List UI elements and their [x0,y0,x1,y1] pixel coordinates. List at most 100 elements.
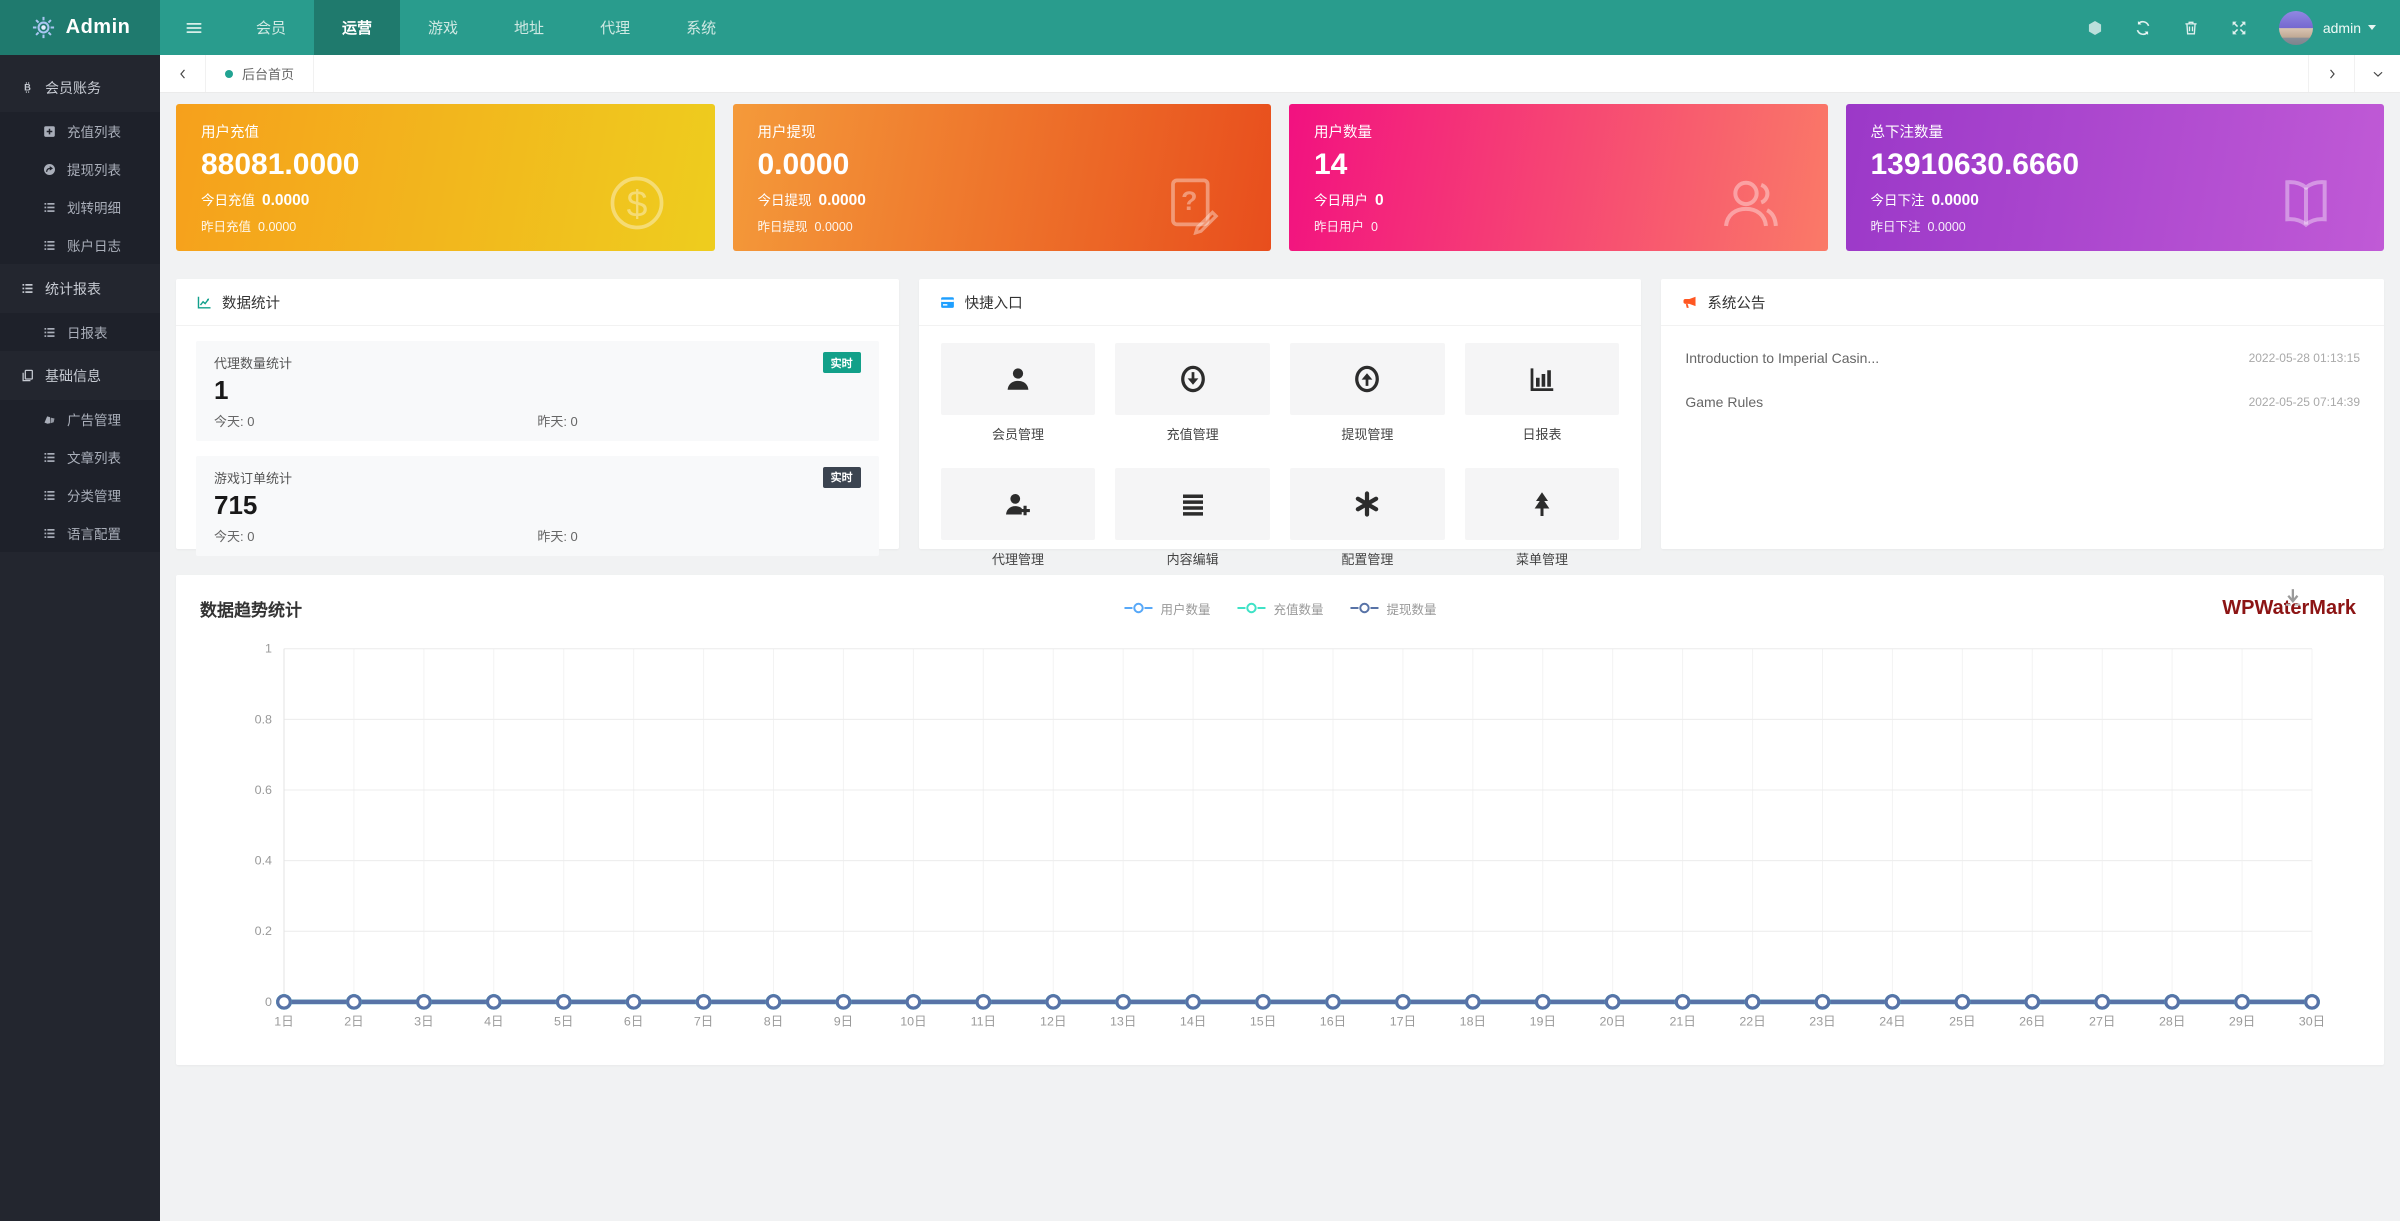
tabs-scroll-left-button[interactable] [160,55,206,92]
sidebar-item-label: 文章列表 [67,451,121,466]
chevron-right-icon [2325,67,2339,81]
quick-entry-2[interactable]: 充值管理 [1115,343,1270,443]
stat-box-title: 代理数量统计 [214,356,293,371]
announcement-item-2[interactable]: Game Rules 2022-05-25 07:14:39 [1685,380,2360,424]
stat-card-yesterday-label: 昨日提现 [757,219,808,234]
sidebar-item-6[interactable]: 统计报表 [0,264,160,313]
menu-item-1[interactable]: 会员 [228,0,314,55]
svg-text:12日: 12日 [1040,1015,1066,1029]
sidebar-item-12[interactable]: 语言配置 [0,514,160,552]
sidebar-item-11[interactable]: 分类管理 [0,476,160,514]
sidebar-item-label: 基础信息 [45,367,101,384]
svg-text:5日: 5日 [554,1015,573,1029]
stat-card-yesterday-value: 0.0000 [258,219,297,234]
svg-text:13日: 13日 [1110,1015,1136,1029]
sidebar-item-10[interactable]: 文章列表 [0,438,160,476]
trash-button[interactable] [2167,0,2215,55]
hamburger-icon [184,18,204,38]
avatar[interactable] [2278,10,2313,45]
quick-entry-grid: 会员管理 充值管理 提现管理 日报表代理管理 内容编辑 配置管理 菜单管理 [919,326,1642,585]
sidebar-item-2[interactable]: 充值列表 [0,112,160,150]
quick-entry-8[interactable]: 菜单管理 [1464,468,1620,568]
username[interactable]: admin [2323,20,2361,36]
menu-item-4[interactable]: 地址 [486,0,572,55]
circle-up-icon [1352,364,1382,394]
stat-box-sub: 今天: 0 昨天: 0 [214,526,861,545]
admin-dashboard: Admin 会员 运营 游戏 地址 代理 系统 admin B 会员账务 充值列表 提现列表 划转… [0,0,2400,1221]
user-plus-icon [1003,489,1033,519]
legend-item-2[interactable]: 充值数量 [1236,599,1324,618]
quick-entry-panel: 快捷入口 会员管理 充值管理 提现管理 日报表代理管理 内容编辑 配置管理 菜单管理 [918,279,1642,567]
stat-card-today-label: 今日下注 [1870,192,1925,208]
sidebar-item-7[interactable]: 日报表 [0,313,160,351]
legend-item-1[interactable]: 用户数量 [1123,599,1210,618]
tabs-scroll-right-button[interactable] [2308,55,2354,92]
sidebar-item-label: 账户日志 [67,239,121,254]
menu-item-label: 系统 [686,20,717,37]
quick-entry-3[interactable]: 提现管理 [1290,343,1445,443]
sidebar-item-label: 分类管理 [67,489,121,504]
announcement-date: 2022-05-25 07:14:39 [2248,395,2361,409]
stat-card-label: 用户充值 [201,125,259,141]
stat-box-head: 代理数量统计 实时 [214,352,861,373]
svg-text:20日: 20日 [1600,1015,1626,1029]
sidebar-item-9[interactable]: 广告管理 [0,400,160,438]
list-icon [20,281,35,296]
svg-text:19日: 19日 [1530,1015,1556,1029]
sidebar-item-3[interactable]: 提现列表 [0,150,160,188]
caret-down-icon [2368,25,2376,30]
quick-entry-1[interactable]: 会员管理 [940,343,1096,443]
menu-item-3[interactable]: 游戏 [400,0,486,55]
tab-label: 后台首页 [242,67,295,82]
sidebar-item-1[interactable]: B 会员账务 [0,63,160,112]
quick-entry-label: 提现管理 [1341,427,1394,442]
menu-item-2[interactable]: 运营 [314,0,401,55]
stat-card-label: 用户提现 [757,125,816,141]
quick-panel-title: 快捷入口 [964,295,1023,312]
stat-card-yesterday-label: 昨日充值 [201,219,252,234]
list-icon [42,325,57,340]
legend-label: 充值数量 [1273,602,1324,617]
brand-logo[interactable]: Admin [0,0,160,55]
svg-text:24日: 24日 [1879,1015,1905,1029]
stat-box-today: 今天: 0 [214,528,255,544]
legend-item-3[interactable]: 提现数量 [1350,599,1437,618]
list-icon [42,200,57,215]
menu-item-6[interactable]: 系统 [658,0,744,55]
bar-chart-icon [1527,364,1557,394]
svg-text:29日: 29日 [2229,1015,2255,1029]
tabs-menu-button[interactable] [2354,55,2400,92]
sidebar-toggle-button[interactable] [160,0,228,55]
stat-card-today-label: 今日用户 [1314,192,1368,208]
main-menu: 会员 运营 游戏 地址 代理 系统 [228,0,744,55]
announcement-item-1[interactable]: Introduction to Imperial Casin... 2022-05… [1685,336,2360,380]
stat-box-value: 1 [214,375,229,405]
quick-entry-7[interactable]: 配置管理 [1290,468,1445,568]
menu-item-label: 代理 [600,20,631,37]
quick-entry-6[interactable]: 内容编辑 [1115,468,1270,568]
menu-item-5[interactable]: 代理 [572,0,658,55]
trend-line-chart: 0 0.2 0.4 0.6 0.8 1 1日 2日 3日 4日 5日 6日 7日 8日 9日 10日 11日 12… [200,635,2360,1053]
quick-entry-4[interactable]: 日报表 [1464,343,1620,443]
tabs-spacer [314,55,2308,92]
stats-panel-title: 数据统计 [222,295,280,312]
sidebar-item-5[interactable]: 账户日志 [0,226,160,264]
legend-marker-icon [1236,602,1266,614]
svg-text:0.4: 0.4 [255,854,272,868]
svg-text:8日: 8日 [764,1015,783,1029]
tab-home[interactable]: 后台首页 [206,55,315,92]
quick-entry-label: 菜单管理 [1516,552,1569,567]
stat-card-label: 总下注数量 [1870,125,1944,141]
theme-button[interactable] [2071,0,2119,55]
sidebar-item-4[interactable]: 划转明细 [0,188,160,226]
refresh-button[interactable] [2119,0,2167,55]
sidebar-item-8[interactable]: 基础信息 [0,351,160,400]
svg-text:30日: 30日 [2299,1015,2325,1029]
quick-entry-5[interactable]: 代理管理 [940,468,1096,568]
list-icon [42,526,57,541]
stats-panel: 数据统计 代理数量统计 实时 1 今天: 0 昨天: 0 游戏订单统计 实时 715 今天: 0… [176,279,899,556]
bars-icon [1178,489,1208,519]
stat-box-yesterday: 昨天: 0 [537,413,578,429]
refresh-icon [2134,19,2152,37]
fullscreen-button[interactable] [2215,0,2263,55]
